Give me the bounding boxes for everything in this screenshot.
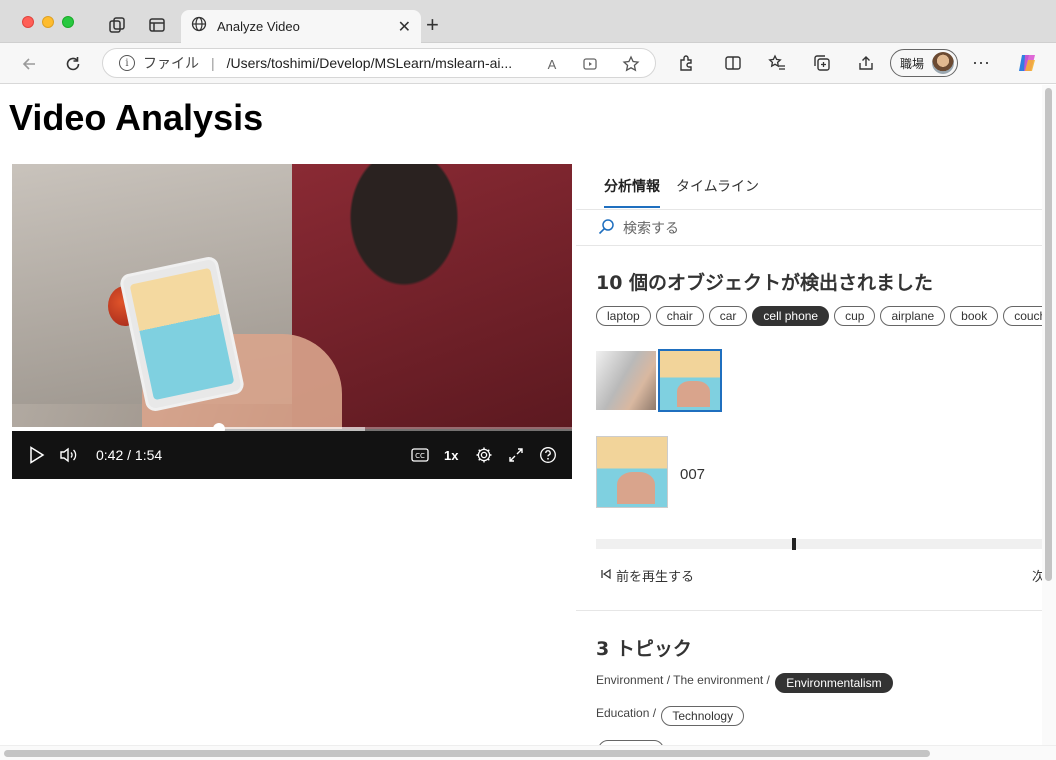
- tab-title: Analyze Video: [217, 19, 300, 34]
- gear-icon[interactable]: [474, 431, 494, 479]
- object-chip-laptop[interactable]: laptop: [596, 306, 651, 326]
- maximize-window-button[interactable]: [62, 16, 74, 28]
- tab-actions-icon[interactable]: [147, 15, 167, 35]
- vertical-scrollbar[interactable]: [1042, 85, 1056, 745]
- close-tab-icon[interactable]: ✕: [398, 17, 411, 37]
- play-next-button[interactable]: 次: [1032, 566, 1042, 585]
- search-input[interactable]: 検索する: [576, 210, 1042, 246]
- video-player[interactable]: 0:42 / 1:54 CC 1x: [12, 164, 572, 479]
- info-icon[interactable]: i: [119, 55, 135, 71]
- split-screen-icon[interactable]: [723, 53, 743, 73]
- avatar: [932, 52, 954, 74]
- video-controls: 0:42 / 1:54 CC 1x: [12, 431, 572, 479]
- vertical-scrollbar-thumb[interactable]: [1045, 88, 1052, 581]
- close-window-button[interactable]: [22, 16, 34, 28]
- topic-row: Environment / The environment / Environm…: [596, 673, 898, 693]
- object-chip-list: laptop chair car cell phone cup airplane book c…: [596, 306, 1042, 326]
- object-appearance-marker[interactable]: [792, 538, 796, 550]
- object-chip-cup[interactable]: cup: [834, 306, 876, 326]
- video-frame[interactable]: [12, 164, 572, 429]
- object-chip-chair[interactable]: chair: [655, 306, 704, 326]
- video-scene-phone-screen: [129, 267, 235, 401]
- captions-label: CC: [415, 452, 425, 460]
- insights-tabs: 分析情報 タイムライン: [576, 164, 1042, 210]
- browser-tab-active[interactable]: Analyze Video ✕: [181, 10, 421, 43]
- object-chip-cell-phone[interactable]: cell phone: [752, 306, 830, 326]
- extensions-icon[interactable]: [676, 53, 696, 73]
- volume-icon[interactable]: [58, 431, 80, 479]
- profile-button[interactable]: 職場: [890, 49, 958, 77]
- active-tab-indicator: [604, 206, 660, 208]
- insights-panel: 分析情報 タイムライン 検索する 10 個のオブジェクトが検出されました lap…: [576, 164, 1042, 745]
- thumbnail-hands: [676, 380, 710, 408]
- horizontal-scrollbar-thumb[interactable]: [4, 750, 930, 757]
- reload-icon[interactable]: [62, 53, 84, 75]
- profile-label: 職場: [900, 56, 925, 71]
- object-instance-id: 007: [680, 466, 706, 483]
- topic-chip-environmentalism[interactable]: Environmentalism: [775, 673, 893, 693]
- object-instance-thumbnail[interactable]: [596, 351, 656, 410]
- favorites-icon[interactable]: [767, 53, 787, 73]
- globe-icon: [191, 16, 207, 37]
- browser-toolbar: i ファイル | /Users/toshimi/Develop/MSLearn/…: [0, 43, 1056, 84]
- read-aloud-icon[interactable]: A: [543, 55, 561, 73]
- object-chip-couch[interactable]: couch: [1003, 306, 1042, 326]
- play-icon[interactable]: [26, 431, 48, 479]
- object-chip-car[interactable]: car: [708, 306, 748, 326]
- tab-timeline[interactable]: タイムライン: [676, 176, 759, 196]
- back-arrow-icon[interactable]: [18, 53, 40, 75]
- topic-path: Environment / The environment /: [596, 673, 774, 687]
- horizontal-scrollbar[interactable]: [0, 745, 1056, 760]
- browser-titlebar: Analyze Video ✕ +: [0, 0, 1056, 43]
- favorite-star-icon[interactable]: [621, 54, 641, 74]
- topic-path: Education /: [596, 706, 660, 720]
- copilot-icon[interactable]: [1016, 52, 1038, 74]
- object-chip-book[interactable]: book: [950, 306, 999, 326]
- captions-icon[interactable]: CC: [410, 431, 430, 479]
- collections-icon[interactable]: [812, 53, 832, 73]
- minimize-window-button[interactable]: [42, 16, 54, 28]
- help-icon[interactable]: [538, 431, 558, 479]
- thumbnail-hands: [616, 472, 656, 504]
- playback-rate-button[interactable]: 1x: [444, 431, 458, 479]
- objects-section-title: 10 個のオブジェクトが検出されました: [596, 272, 934, 294]
- object-instance-thumbnail-selected[interactable]: [658, 349, 722, 412]
- page-title: Video Analysis: [9, 97, 264, 138]
- more-options-icon[interactable]: ···: [970, 51, 992, 73]
- search-placeholder: 検索する: [623, 219, 679, 236]
- address-separator: |: [211, 55, 215, 71]
- new-tab-icon[interactable]: +: [426, 14, 439, 36]
- topics-section-title: 3 トピック: [596, 638, 692, 660]
- play-previous-button[interactable]: 前を再生する: [600, 566, 694, 585]
- search-icon: [598, 218, 615, 238]
- address-bar[interactable]: i ファイル | /Users/toshimi/Develop/MSLearn/…: [102, 48, 656, 78]
- share-icon[interactable]: [856, 53, 876, 73]
- address-scheme-label: ファイル: [143, 55, 199, 71]
- object-preview-image: [596, 436, 668, 508]
- address-url: /Users/toshimi/Develop/MSLearn/mslearn-a…: [226, 55, 513, 71]
- topic-row: Education / Technology: [596, 706, 749, 726]
- object-chip-airplane[interactable]: airplane: [880, 306, 946, 326]
- section-divider: [576, 610, 1042, 611]
- video-time-display: 0:42 / 1:54: [96, 447, 163, 463]
- topic-chip-technology[interactable]: Technology: [661, 706, 745, 726]
- page-content: Video Analysis 0:42 / 1:54 CC 1x 分析情報 タイ…: [0, 85, 1042, 745]
- tab-insights[interactable]: 分析情報: [604, 176, 660, 196]
- skip-previous-icon: [600, 568, 612, 583]
- play-previous-label: 前を再生する: [616, 569, 695, 584]
- object-timeline-bar[interactable]: [596, 538, 1042, 550]
- app-install-icon[interactable]: [581, 55, 599, 73]
- workspaces-icon[interactable]: [107, 15, 127, 35]
- fullscreen-icon[interactable]: [506, 431, 526, 479]
